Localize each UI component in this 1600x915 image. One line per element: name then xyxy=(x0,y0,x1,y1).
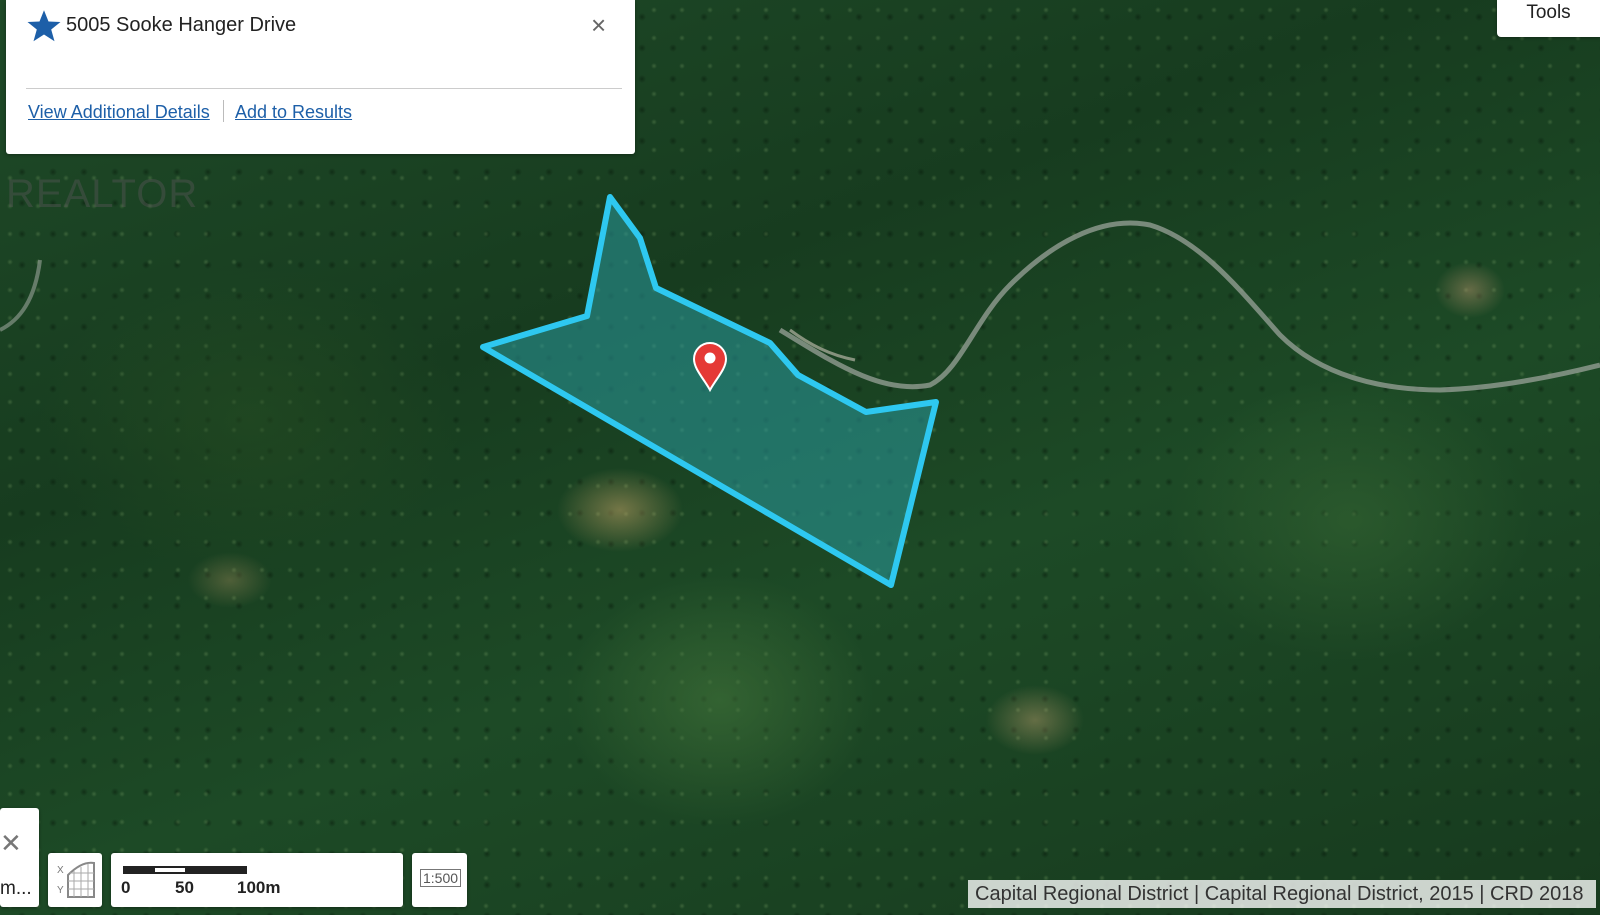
scale-bar-graphic xyxy=(123,866,247,874)
map-type-icon: ✕ xyxy=(0,828,22,858)
property-address: 5005 Sooke Hanger Drive xyxy=(66,14,297,36)
scale-ratio-label: 1:500 xyxy=(420,869,462,887)
scale-bar: 0 50 100m xyxy=(111,853,403,907)
svg-text:X: X xyxy=(57,865,64,876)
view-details-link[interactable]: View Additional Details xyxy=(28,102,210,123)
scale-segment xyxy=(125,868,155,872)
map-attribution: Capital Regional District | Capital Regi… xyxy=(968,880,1596,908)
divider xyxy=(26,88,622,89)
road-spur xyxy=(0,259,42,332)
scale-label-50: 50 xyxy=(175,878,194,897)
scale-label-100: 100m xyxy=(237,878,281,897)
property-popup: 5005 Sooke Hanger Drive × View Additiona… xyxy=(6,0,635,154)
add-to-results-link[interactable]: Add to Results xyxy=(235,102,352,123)
scale-ratio-button[interactable]: 1:500 xyxy=(412,853,467,907)
map-type-control[interactable]: ✕ m... xyxy=(0,808,39,907)
coordinates-button[interactable]: X Y xyxy=(48,853,102,907)
star-icon[interactable] xyxy=(26,8,62,44)
coordinates-grid-icon: X Y xyxy=(57,861,95,898)
link-separator xyxy=(223,100,224,122)
tools-button[interactable]: Tools xyxy=(1497,0,1600,37)
map-type-label: m... xyxy=(0,878,32,899)
road-main xyxy=(778,220,1600,393)
scale-label-0: 0 xyxy=(121,878,131,897)
svg-text:Y: Y xyxy=(57,885,64,896)
scale-segment xyxy=(185,868,245,872)
close-icon[interactable]: × xyxy=(591,12,606,38)
